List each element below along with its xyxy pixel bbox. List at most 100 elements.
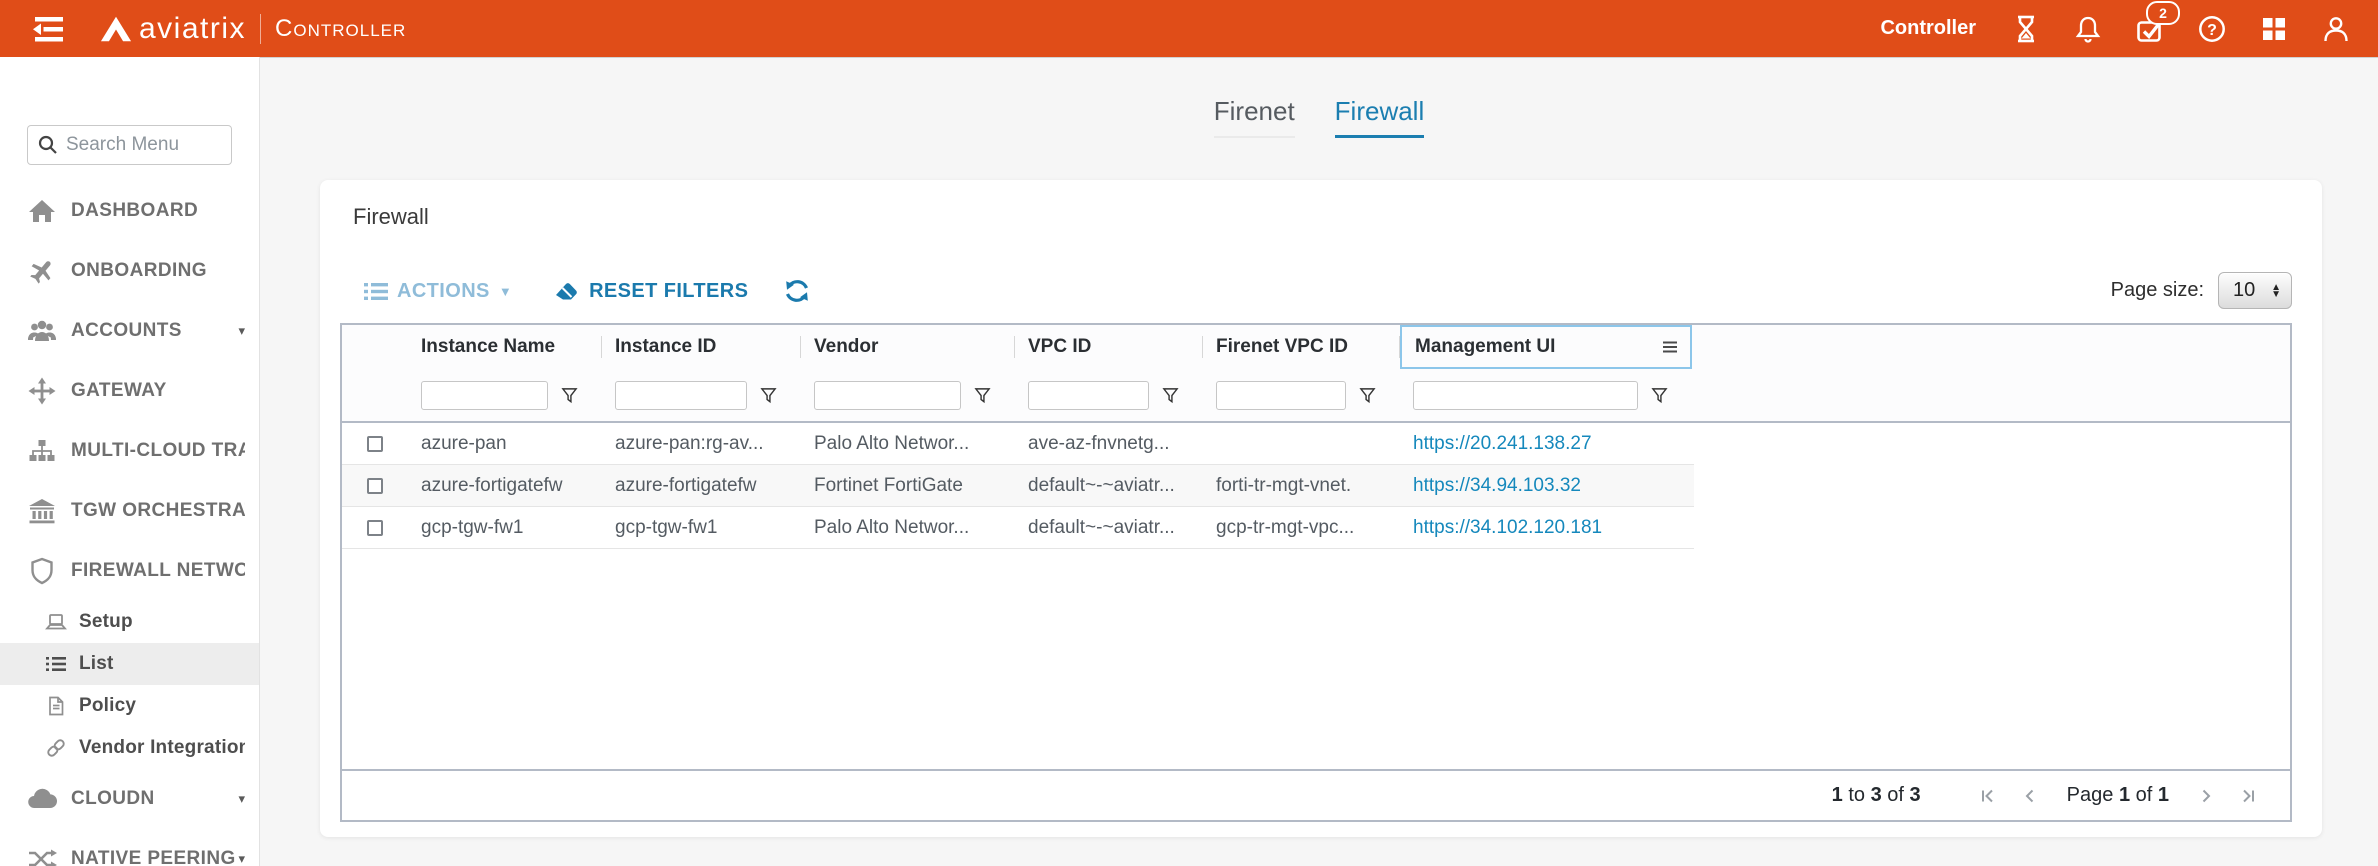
cell-vendor: Fortinet FortiGate — [814, 474, 963, 496]
sidebar-item-label: Policy — [79, 695, 137, 716]
table-row[interactable]: azure-pan azure-pan:rg-av... Palo Alto N… — [342, 423, 1694, 465]
pagination-page-info: Page 1 of 1 — [2066, 784, 2169, 806]
row-checkbox[interactable] — [367, 435, 383, 452]
sidebar-item-accounts[interactable]: ACCOUNTS ▾ — [0, 301, 259, 361]
sidebar-item-list[interactable]: List — [0, 643, 259, 685]
first-page-button[interactable] — [1979, 787, 1997, 805]
sidebar-item-label: NATIVE PEERING — [71, 848, 236, 866]
sidebar-item-label: List — [79, 653, 114, 674]
filter-input-instance-name[interactable] — [421, 380, 548, 410]
column-header-instance-name[interactable]: Instance Name — [408, 325, 602, 369]
sidebar-item-firewall-network[interactable]: FIREWALL NETWOR — [0, 541, 259, 601]
link-icon — [45, 737, 67, 759]
sidebar-item-onboarding[interactable]: ONBOARDING — [0, 241, 259, 301]
collapse-menu-icon[interactable] — [26, 9, 70, 49]
cell-vpc-id: ave-az-fnvnetg... — [1028, 432, 1170, 454]
actions-list-icon — [364, 282, 388, 300]
filter-input-vpc-id[interactable] — [1028, 380, 1149, 410]
sidebar-item-label: DASHBOARD — [71, 200, 199, 221]
firewall-table: Instance Name Instance ID Vendor VPC ID … — [340, 323, 2292, 822]
reset-filters-button[interactable]: RESET FILTERS — [554, 279, 748, 303]
page-tabs: Firenet Firewall — [260, 96, 2378, 138]
sidebar-item-label: TGW ORCHESTRATO — [71, 500, 245, 521]
tab-firenet[interactable]: Firenet — [1213, 96, 1295, 138]
filter-input-firenet-vpc-id[interactable] — [1216, 380, 1346, 410]
filter-funnel-icon[interactable] — [760, 387, 777, 404]
move-arrows-icon — [27, 377, 57, 405]
sidebar-item-policy[interactable]: Policy — [0, 685, 259, 727]
shield-icon — [27, 557, 57, 585]
cell-instance-id: azure-pan:rg-av... — [615, 432, 764, 454]
filter-input-instance-id[interactable] — [615, 380, 747, 410]
tab-firewall[interactable]: Firewall — [1334, 96, 1425, 138]
filter-funnel-icon[interactable] — [1162, 387, 1179, 404]
notifications-bell-icon[interactable] — [2072, 13, 2104, 45]
last-page-button[interactable] — [2239, 787, 2257, 805]
aviatrix-logo-icon — [100, 15, 132, 43]
actions-button[interactable]: ACTIONS ▼ — [364, 280, 512, 303]
bank-icon — [27, 498, 57, 524]
row-checkbox[interactable] — [367, 519, 383, 536]
document-icon — [45, 696, 67, 716]
column-header-management-ui[interactable]: Management UI — [1400, 325, 1692, 369]
sidebar-item-label: MULTI-CLOUD TRAN — [71, 440, 245, 461]
table-header-row: Instance Name Instance ID Vendor VPC ID … — [342, 325, 2290, 369]
sidebar-item-dashboard[interactable]: DASHBOARD — [0, 181, 259, 241]
filter-funnel-icon[interactable] — [974, 387, 991, 404]
sidebar-item-setup[interactable]: Setup — [0, 601, 259, 643]
help-icon[interactable]: ? — [2196, 13, 2228, 45]
cell-vendor: Palo Alto Networ... — [814, 432, 970, 454]
sidebar-item-vendor-integration[interactable]: Vendor Integration — [0, 727, 259, 769]
cell-vendor: Palo Alto Networ... — [814, 516, 970, 538]
chevron-down-icon: ▼ — [498, 283, 513, 299]
row-checkbox[interactable] — [367, 477, 383, 494]
filter-input-management-ui[interactable] — [1413, 380, 1638, 410]
cell-firenet-vpc-id: forti-tr-mgt-vnet. — [1216, 474, 1352, 496]
pagination-bar: 1 to 3 of 3 Page 1 of 1 — [342, 769, 2290, 820]
sidebar-item-label: GATEWAY — [71, 380, 167, 401]
filter-funnel-icon[interactable] — [1651, 387, 1668, 404]
table-row[interactable]: azure-fortigatefw azure-fortigatefw Fort… — [342, 465, 1694, 507]
select-arrows-icon: ▲ ▼ — [2271, 281, 2281, 300]
pending-tasks-icon[interactable] — [2010, 13, 2042, 45]
next-page-button[interactable] — [2197, 787, 2215, 805]
column-header-instance-id[interactable]: Instance ID — [602, 325, 801, 369]
sidebar-item-label: FIREWALL NETWOR — [71, 560, 245, 581]
filter-funnel-icon[interactable] — [1359, 387, 1376, 404]
sitemap-icon — [27, 438, 57, 464]
management-ui-link[interactable]: https://20.241.138.27 — [1413, 433, 1592, 454]
firewall-panel: Firewall ACTIONS ▼ RESET FILTERS Page si… — [320, 180, 2322, 837]
management-ui-link[interactable]: https://34.102.120.181 — [1413, 517, 1602, 538]
top-bar: aviatrix Controller Controller 2 — [0, 0, 2378, 57]
column-menu-icon[interactable] — [1662, 339, 1678, 355]
eraser-icon — [556, 283, 577, 300]
table-row[interactable]: gcp-tgw-fw1 gcp-tgw-fw1 Palo Alto Networ… — [342, 507, 1694, 549]
cell-instance-name: gcp-tgw-fw1 — [421, 516, 524, 538]
user-profile-icon[interactable] — [2320, 13, 2352, 45]
filter-funnel-icon[interactable] — [561, 387, 578, 404]
brand-name: aviatrix — [139, 11, 247, 45]
sidebar-item-cloudn[interactable]: CLOUDN ▾ — [0, 769, 259, 829]
cloud-icon — [27, 788, 57, 810]
column-header-vendor[interactable]: Vendor — [801, 325, 1015, 369]
plane-icon — [27, 257, 57, 285]
management-ui-link[interactable]: https://34.94.103.32 — [1413, 475, 1581, 496]
refresh-button[interactable] — [784, 278, 810, 304]
page-size-select[interactable]: 10 ▲ ▼ — [2218, 272, 2292, 309]
table-filter-row — [342, 369, 2290, 421]
column-header-vpc-id[interactable]: VPC ID — [1015, 325, 1203, 369]
apps-grid-icon[interactable] — [2258, 13, 2290, 45]
sidebar-item-gateway[interactable]: GATEWAY — [0, 361, 259, 421]
column-header-firenet-vpc-id[interactable]: Firenet VPC ID — [1203, 325, 1400, 369]
sidebar-item-tgw-orchestrator[interactable]: TGW ORCHESTRATO — [0, 481, 259, 541]
tasks-check-icon[interactable]: 2 — [2134, 0, 2180, 45]
sidebar-item-native-peering[interactable]: NATIVE PEERING ▾ — [0, 829, 259, 866]
previous-page-button[interactable] — [2021, 787, 2039, 805]
filter-input-vendor[interactable] — [814, 380, 961, 410]
page-size-value: 10 — [2233, 279, 2256, 301]
sidebar: DASHBOARD ONBOARDING ACCOUN — [0, 57, 260, 866]
sidebar-item-label: Setup — [79, 611, 133, 632]
actions-label: ACTIONS — [397, 279, 490, 302]
cell-instance-id: gcp-tgw-fw1 — [615, 516, 718, 538]
sidebar-item-multicloud-transit[interactable]: MULTI-CLOUD TRAN — [0, 421, 259, 481]
